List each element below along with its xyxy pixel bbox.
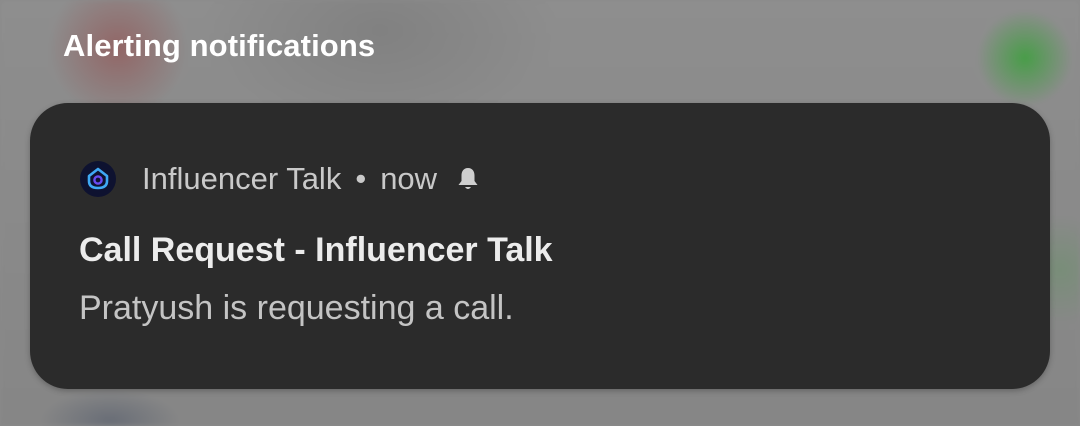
notification-time: now — [380, 161, 438, 196]
influencer-talk-app-icon — [80, 161, 116, 197]
notification-header: Influencer Talk • now — [80, 159, 481, 199]
notification-card[interactable]: Influencer Talk • now Call Request - Inf… — [30, 103, 1050, 389]
bell-icon — [455, 165, 481, 193]
notification-text: Pratyush is requesting a call. — [79, 289, 514, 327]
notification-title: Call Request - Influencer Talk — [79, 231, 553, 269]
header-separator: • — [355, 161, 367, 196]
app-name: Influencer Talk — [142, 161, 342, 196]
section-header: Alerting notifications — [63, 28, 376, 63]
